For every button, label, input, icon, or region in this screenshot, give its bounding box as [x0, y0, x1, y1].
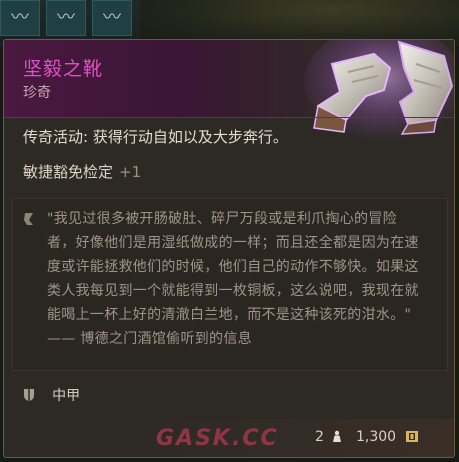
lore-text: "我见过很多被开肠破肚、碎尸万段或是利爪掏心的冒险者，好像他们是用湿纸做成的一样…	[47, 211, 419, 347]
price-value: 1,300	[356, 429, 397, 445]
watermark-logo: GASK.CC	[156, 426, 279, 451]
bonus-value: +1	[119, 163, 142, 181]
hotbar-slot[interactable]: 〰	[46, 0, 86, 36]
weight-value: 2	[315, 429, 324, 445]
boots-image	[304, 40, 454, 141]
passive-label: 传奇活动:	[23, 128, 93, 146]
lore-block: "我见过很多被开肠破肚、碎尸万段或是利爪掏心的冒险者，好像他们是用湿纸做成的一样…	[12, 198, 448, 371]
hotbar-slot-icon: 〰	[103, 7, 121, 28]
item-price: 1,300	[356, 429, 419, 447]
hotbar-slot[interactable]: 〰	[0, 0, 40, 36]
item-weight: 2	[315, 429, 342, 447]
bonus-label: 敏捷豁免检定	[23, 163, 114, 181]
item-rarity: 珍奇	[23, 85, 51, 101]
hotbar-slot-icon: 〰	[57, 7, 75, 28]
legendary-passive: 传奇活动: 获得行动自如以及大步奔行。	[23, 126, 288, 147]
armor-type-label: 中甲	[52, 388, 81, 404]
shield-icon	[23, 387, 35, 401]
stat-bonus: 敏捷豁免检定 +1	[23, 161, 141, 182]
gold-coin-icon	[405, 430, 419, 447]
item-tooltip: 坚毅之靴 珍奇 传奇活动: 获得行动自如以及大步奔行。 敏捷豁免检定 +1 "我…	[3, 39, 455, 458]
hotbar-slot-icon: 〰	[11, 7, 29, 28]
weight-icon	[332, 430, 342, 447]
passive-description: 获得行动自如以及大步奔行。	[92, 128, 288, 146]
item-name: 坚毅之靴	[23, 58, 104, 80]
hotbar-slot[interactable]: 〰	[92, 0, 132, 36]
quote-mark-icon	[23, 211, 35, 227]
tooltip-footer: GASK.CC 2 1,300	[4, 419, 454, 457]
armor-type: 中甲	[23, 385, 81, 404]
header-divider	[4, 117, 454, 118]
